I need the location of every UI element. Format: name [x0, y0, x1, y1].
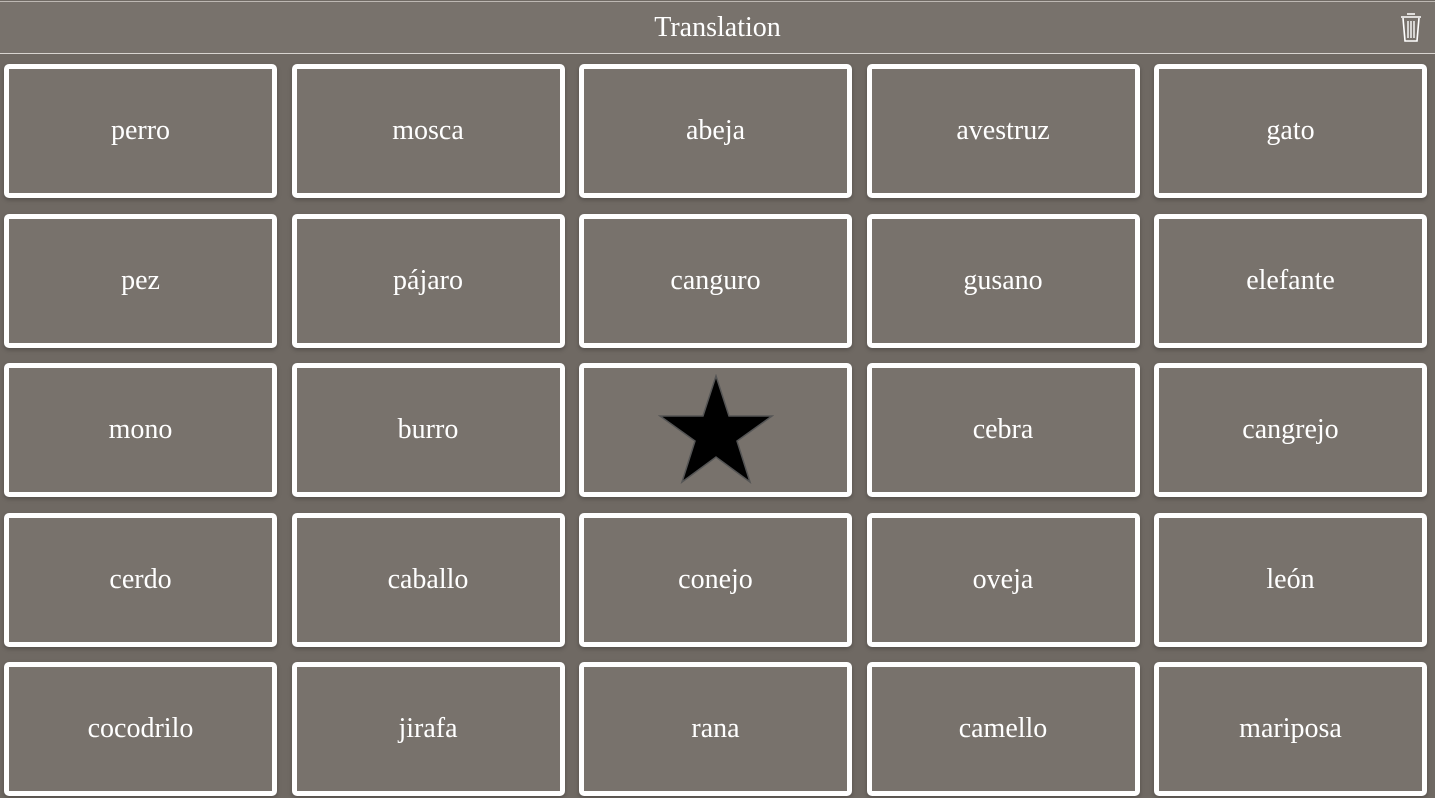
word-card[interactable]: avestruz — [866, 64, 1140, 198]
word-card[interactable]: cebra — [866, 363, 1140, 497]
word-label: abeja — [685, 115, 746, 146]
page-title: Translation — [654, 12, 781, 43]
word-card[interactable]: jirafa — [291, 662, 565, 796]
word-card[interactable]: camello — [866, 662, 1140, 796]
word-card[interactable]: gusano — [866, 213, 1140, 348]
word-card[interactable]: cerdo — [4, 512, 277, 647]
word-label: gato — [1266, 115, 1315, 146]
word-label: pájaro — [393, 264, 463, 296]
word-card[interactable]: mosca — [291, 64, 565, 198]
word-label: gusano — [963, 264, 1043, 296]
word-label: rana — [691, 713, 740, 744]
word-card[interactable]: perro — [4, 64, 277, 198]
word-label: oveja — [972, 563, 1034, 595]
header: Translation — [0, 1, 1435, 54]
word-card[interactable]: burro — [291, 363, 565, 497]
word-card[interactable]: mariposa — [1154, 662, 1427, 796]
word-card[interactable]: oveja — [866, 512, 1140, 647]
word-label: canguro — [670, 264, 761, 296]
star-icon — [657, 374, 774, 484]
word-card[interactable]: canguro — [579, 213, 852, 348]
word-card[interactable]: abeja — [579, 64, 852, 198]
word-label: mono — [108, 414, 173, 445]
word-card[interactable]: gato — [1154, 64, 1427, 198]
word-label: jirafa — [398, 713, 458, 744]
word-card[interactable]: león — [1154, 512, 1427, 647]
word-card[interactable]: conejo — [579, 512, 852, 647]
word-label: cangrejo — [1242, 414, 1339, 445]
word-label: camello — [958, 713, 1048, 744]
word-card[interactable]: mono — [4, 363, 277, 497]
word-card[interactable]: cocodrilo — [4, 662, 277, 796]
word-label: conejo — [678, 563, 753, 595]
word-card[interactable]: cangrejo — [1154, 363, 1427, 497]
word-label: mosca — [392, 115, 464, 146]
word-label: burro — [397, 414, 459, 445]
word-label: cocodrilo — [87, 713, 194, 744]
word-label: pez — [121, 264, 160, 296]
word-label: cerdo — [109, 563, 172, 595]
word-label: elefante — [1246, 264, 1335, 296]
word-label: perro — [110, 115, 171, 146]
word-grid: perro mosca abeja avestruz gato pez pájaro cang… — [4, 64, 1427, 796]
word-label: cebra — [972, 414, 1034, 445]
word-label: caballo — [387, 563, 469, 595]
word-label: mariposa — [1239, 713, 1342, 744]
word-label: avestruz — [956, 115, 1050, 146]
trash-icon[interactable] — [1399, 11, 1423, 43]
word-card[interactable]: pájaro — [291, 213, 565, 348]
word-card[interactable]: pez — [4, 213, 277, 348]
word-card[interactable]: caballo — [291, 512, 565, 647]
word-card[interactable]: rana — [579, 662, 852, 796]
word-label: león — [1266, 563, 1315, 595]
word-card[interactable]: elefante — [1154, 213, 1427, 348]
card-star[interactable] — [579, 363, 852, 497]
